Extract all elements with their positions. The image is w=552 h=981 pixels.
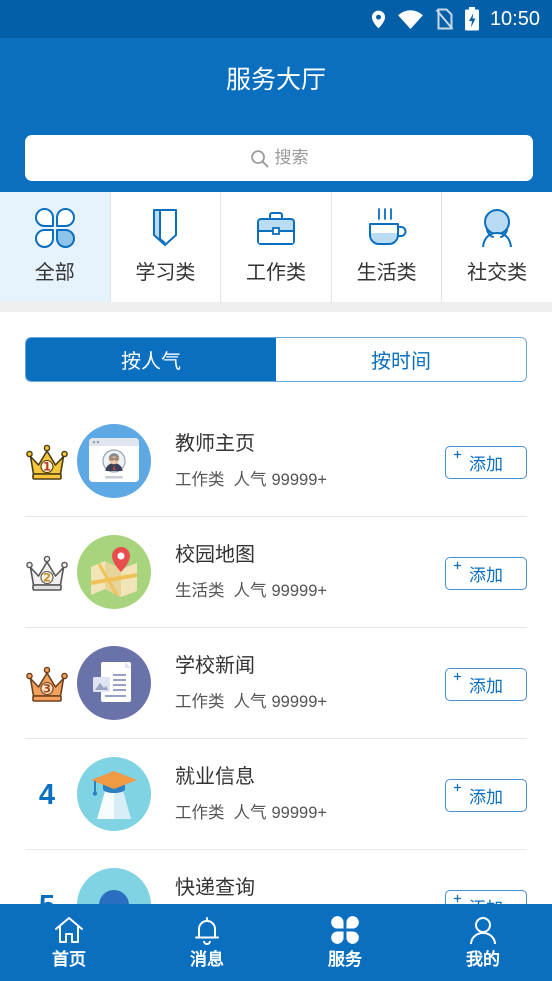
- service-name: 快递查询: [175, 877, 255, 899]
- popularity-value: 99999+: [271, 804, 328, 822]
- gold-crown-icon: 1: [26, 444, 68, 480]
- plus-icon: [453, 450, 462, 459]
- search-icon: [250, 149, 269, 168]
- service-hall-screen: 10:50 服务大厅 搜索 全部 学习类 工作类 生活类 社交类 按人气 按时间…: [0, 0, 552, 981]
- sort-tabs: 按人气 按时间: [25, 337, 527, 382]
- category-label: 全部: [34, 262, 75, 284]
- nav-label: 首页: [52, 950, 86, 969]
- services-grid-icon: [331, 916, 359, 944]
- service-category: 工作类: [175, 693, 225, 711]
- book-icon: [153, 209, 178, 246]
- newspaper-icon: [77, 646, 151, 720]
- category-label: 工作类: [245, 262, 306, 284]
- plus-icon: [453, 783, 462, 792]
- no-sim-icon: [435, 8, 454, 30]
- add-button[interactable]: 添加: [445, 668, 527, 701]
- divider: [0, 302, 552, 312]
- rank-number: 2: [43, 571, 51, 585]
- rank-number: 4: [38, 779, 56, 811]
- popularity-label: 人气: [233, 693, 267, 711]
- home-icon: [55, 917, 83, 943]
- add-button[interactable]: 添加: [445, 779, 527, 812]
- bronze-crown-icon: 3: [26, 666, 68, 702]
- popularity-label: 人气: [233, 804, 267, 822]
- nav-profile[interactable]: 我的: [414, 904, 552, 981]
- service-item-campus-map[interactable]: 2 校园地图 生活类 人气 99999+ 添加: [25, 517, 527, 628]
- category-all[interactable]: 全部: [0, 192, 111, 302]
- service-category: 工作类: [175, 804, 225, 822]
- add-label: 添加: [469, 677, 503, 696]
- add-label: 添加: [469, 566, 503, 585]
- person-icon: [470, 917, 496, 945]
- category-label: 学习类: [135, 262, 196, 284]
- bottom-nav: 首页 消息 服务 我的: [0, 904, 552, 981]
- add-button[interactable]: 添加: [445, 446, 527, 479]
- popularity-value: 99999+: [271, 471, 328, 489]
- battery-charging-icon: [464, 7, 479, 31]
- teacher-profile-icon: [77, 424, 151, 498]
- rank-number: 1: [43, 460, 51, 474]
- page-title: 服务大厅: [225, 66, 326, 94]
- category-label: 生活类: [356, 262, 417, 284]
- plus-icon: [453, 672, 462, 681]
- popularity-value: 99999+: [271, 582, 328, 600]
- popularity-value: 99999+: [271, 693, 328, 711]
- graduation-cap-icon: [77, 757, 151, 831]
- tab-by-time[interactable]: 按时间: [276, 338, 526, 381]
- location-icon: [371, 10, 385, 28]
- service-category: 工作类: [175, 471, 225, 489]
- service-item-employment-info[interactable]: 4 就业信息 工作类 人气 99999+ 添加: [25, 739, 527, 850]
- category-bar: 全部 学习类 工作类 生活类 社交类: [0, 192, 552, 302]
- service-name: 校园地图: [175, 544, 255, 566]
- service-item-school-news[interactable]: 3 学校新闻 工作类 人气 99999+ 添加: [25, 628, 527, 739]
- silver-crown-icon: 2: [26, 555, 68, 591]
- category-work[interactable]: 工作类: [221, 192, 332, 302]
- person-icon: [482, 209, 513, 248]
- status-time: 10:50: [489, 8, 540, 30]
- header: 服务大厅 搜索: [0, 38, 552, 192]
- tab-by-popularity[interactable]: 按人气: [26, 338, 276, 381]
- search-input[interactable]: 搜索: [25, 135, 533, 181]
- category-social[interactable]: 社交类: [442, 192, 552, 302]
- service-name: 教师主页: [175, 433, 255, 455]
- briefcase-icon: [256, 212, 295, 245]
- service-list: 1 教师主页 工作类 人气 99999+ 添加 2 校园地图 生活类 人气 99…: [0, 406, 552, 961]
- service-meta: 工作类 人气 99999+: [175, 469, 327, 491]
- service-name: 就业信息: [175, 766, 255, 788]
- service-meta: 工作类 人气 99999+: [175, 802, 327, 824]
- category-life[interactable]: 生活类: [332, 192, 443, 302]
- service-name: 学校新闻: [175, 655, 255, 677]
- service-meta: 生活类 人气 99999+: [175, 580, 327, 602]
- bell-icon: [195, 917, 219, 945]
- search-placeholder: 搜索: [274, 148, 309, 167]
- nav-home[interactable]: 首页: [0, 904, 138, 981]
- status-bar: 10:50: [0, 0, 552, 38]
- add-button[interactable]: 添加: [445, 557, 527, 590]
- plus-icon: [453, 894, 462, 903]
- nav-services[interactable]: 服务: [276, 904, 414, 981]
- category-label: 社交类: [467, 262, 528, 284]
- wifi-icon: [398, 9, 423, 29]
- popularity-label: 人气: [233, 582, 267, 600]
- plus-icon: [453, 561, 462, 570]
- status-icons: 10:50: [371, 0, 540, 38]
- nav-label: 消息: [190, 950, 224, 969]
- category-study[interactable]: 学习类: [111, 192, 222, 302]
- add-label: 添加: [469, 455, 503, 474]
- popularity-label: 人气: [233, 471, 267, 489]
- nav-label: 服务: [328, 950, 362, 969]
- campus-map-icon: [77, 535, 151, 609]
- coffee-cup-icon: [368, 208, 407, 245]
- rank-number: 3: [43, 682, 51, 696]
- service-item-teacher-homepage[interactable]: 1 教师主页 工作类 人气 99999+ 添加: [25, 406, 527, 517]
- nav-messages[interactable]: 消息: [138, 904, 276, 981]
- service-meta: 工作类 人气 99999+: [175, 691, 327, 713]
- add-label: 添加: [469, 788, 503, 807]
- clover-grid-icon: [34, 208, 75, 248]
- nav-label: 我的: [466, 950, 500, 969]
- service-category: 生活类: [175, 582, 225, 600]
